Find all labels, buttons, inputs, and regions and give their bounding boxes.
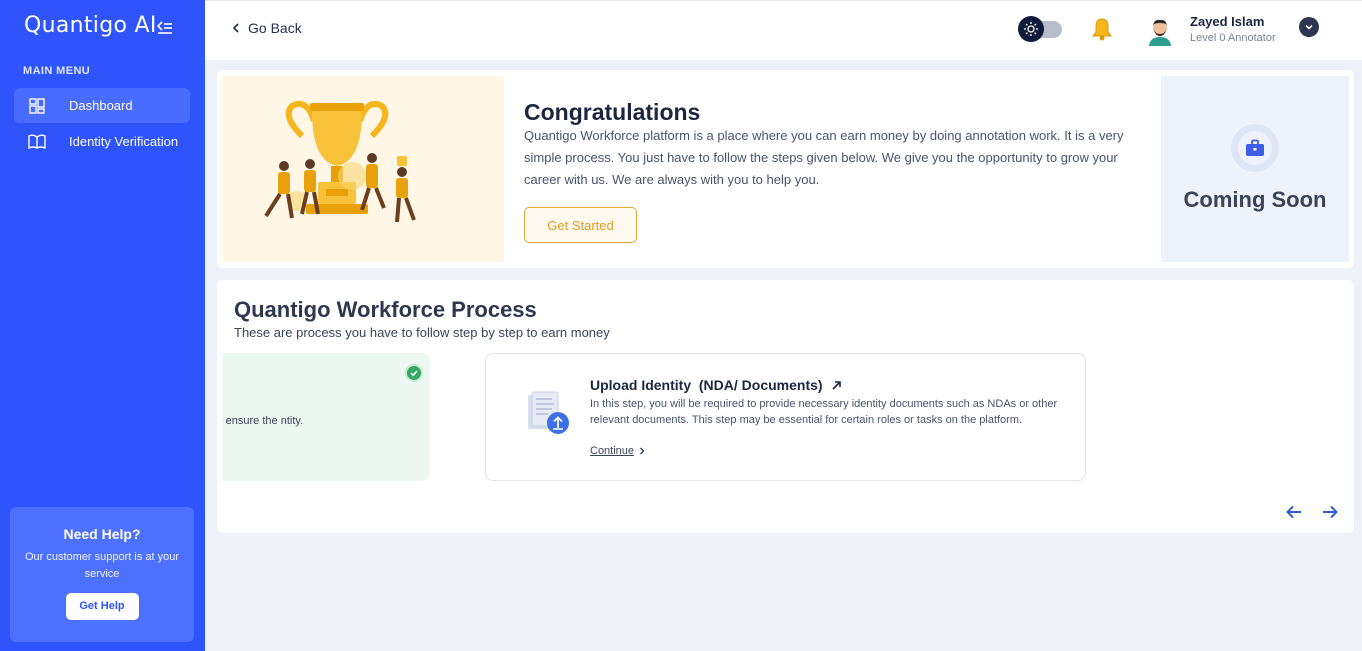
dashboard-icon xyxy=(28,97,46,115)
step-card-completed[interactable]: ss. This step is crucial to ensure the n… xyxy=(222,353,430,481)
step-description: In this step, you will be required to pr… xyxy=(590,398,1058,426)
get-started-button[interactable]: Get Started xyxy=(524,207,637,243)
document-upload-icon xyxy=(528,391,569,434)
external-link-icon xyxy=(831,380,841,390)
chevron-left-icon xyxy=(232,23,239,33)
sidebar-item-label: Identity Verification xyxy=(69,134,179,149)
briefcase-icon xyxy=(1246,139,1264,156)
user-menu-dropdown[interactable] xyxy=(1299,17,1319,37)
help-card: Need Help? Our customer support is at yo… xyxy=(10,507,194,642)
step-title-text: Upload Identity (NDA/ Documents) xyxy=(590,377,823,393)
continue-label: Continue xyxy=(590,445,635,457)
process-subtitle: These are process you have to follow ste… xyxy=(234,325,610,340)
sidebar: Quantigo AI MAIN MENU Dashboard Identity… xyxy=(0,0,205,651)
help-title: Need Help? xyxy=(63,526,141,542)
sidebar-item-identity-verification[interactable]: Identity Verification xyxy=(14,124,190,159)
go-back-button[interactable]: Go Back xyxy=(229,20,302,36)
chevron-down-icon xyxy=(1305,24,1313,30)
user-name: Zayed Islam xyxy=(1190,14,1265,29)
get-help-button[interactable]: Get Help xyxy=(65,593,139,620)
theme-toggle[interactable] xyxy=(1018,16,1062,42)
main-menu-heading: MAIN MENU xyxy=(23,65,91,77)
arrow-left-icon[interactable] xyxy=(1284,502,1304,522)
congratulations-title: Congratulations xyxy=(524,99,701,125)
help-text: Our customer support is at your service xyxy=(24,551,180,580)
brand-logo: Quantigo AI xyxy=(24,13,157,38)
trophy-illustration xyxy=(222,76,504,262)
step-title[interactable]: Upload Identity (NDA/ Documents) xyxy=(590,377,842,393)
user-role: Level 0 Annotator xyxy=(1190,32,1276,44)
sun-icon xyxy=(1018,16,1044,42)
briefcase-badge xyxy=(1231,124,1279,172)
step-card-upload-identity[interactable]: Upload Identity (NDA/ Documents) In this… xyxy=(485,353,1086,481)
collapse-sidebar-icon[interactable] xyxy=(156,19,174,35)
completed-step-text: ss. This step is crucial to ensure the n… xyxy=(222,415,304,427)
coming-soon-label: Coming Soon xyxy=(1183,187,1327,212)
sidebar-item-dashboard[interactable]: Dashboard xyxy=(14,88,190,123)
continue-link[interactable]: Continue xyxy=(590,445,646,457)
chevron-right-icon xyxy=(640,447,645,455)
check-icon xyxy=(405,364,423,382)
arrow-right-icon[interactable] xyxy=(1320,502,1340,522)
process-title: Quantigo Workforce Process xyxy=(234,297,537,322)
coming-soon-panel: Coming Soon xyxy=(1161,76,1349,262)
process-section: Quantigo Workforce Process These are pro… xyxy=(217,280,1354,533)
avatar xyxy=(1146,16,1174,46)
top-bar: Go Back Zayed Islam Level 0 Annotator xyxy=(205,0,1362,60)
sidebar-item-label: Dashboard xyxy=(69,98,133,113)
book-icon xyxy=(28,133,46,151)
congratulations-text: Quantigo Workforce platform is a place w… xyxy=(524,128,1124,187)
congratulations-card: Congratulations Quantigo Workforce platf… xyxy=(217,70,1354,268)
go-back-label: Go Back xyxy=(248,20,302,36)
bell-icon[interactable] xyxy=(1091,17,1113,41)
